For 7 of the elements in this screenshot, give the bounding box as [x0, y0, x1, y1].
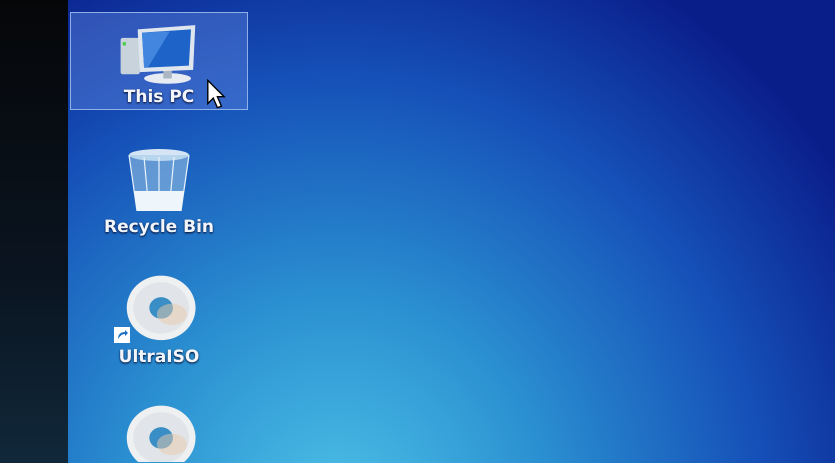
desktop-icon[interactable]: UltraISO — [70, 272, 248, 370]
icon-label: Recycle Bin — [104, 217, 214, 237]
mouse-cursor-icon — [205, 79, 227, 109]
desktop-icon[interactable]: This PC — [70, 12, 248, 110]
icon-label: This PC — [124, 87, 194, 107]
desktop-icon[interactable]: Recycle Bin — [70, 142, 248, 240]
icon-label: UltraISO — [118, 347, 200, 367]
